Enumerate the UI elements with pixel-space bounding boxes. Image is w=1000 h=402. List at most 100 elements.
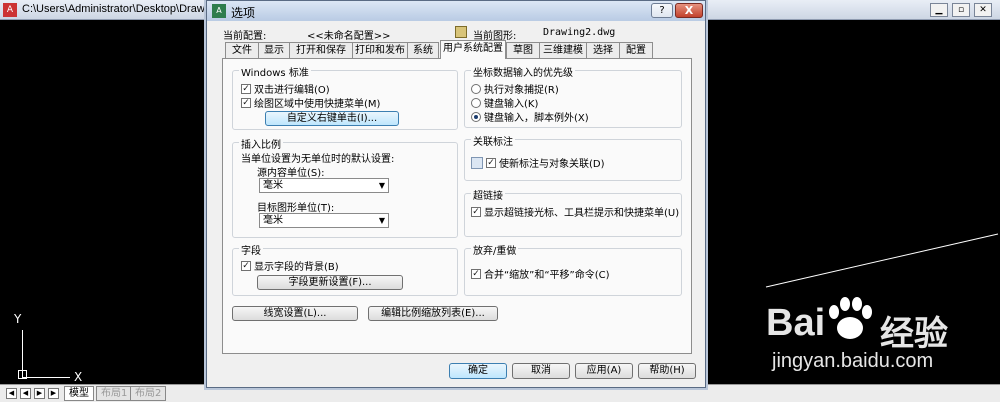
radio-keyboard[interactable]: 键盘输入(K): [471, 95, 538, 110]
combine-zoom-pan-label: 合并“缩放”和“平移”命令(C): [484, 270, 610, 281]
chevron-down-icon: ▼: [378, 216, 385, 225]
windows-standard-title: Windows 标准: [239, 64, 311, 79]
hyperlink-checkbox[interactable]: ✓ 显示超链接光标、工具栏提示和快捷菜单(U): [471, 204, 679, 219]
layout-tab-2[interactable]: 布局2: [130, 386, 167, 401]
lineweight-settings-button[interactable]: 线宽设置(L)...: [232, 306, 358, 321]
ucs-y-label: Y: [14, 312, 22, 326]
associative-dimension-label: 使新标注与对象关联(D): [499, 159, 605, 170]
last-tab-icon[interactable]: ▶: [48, 388, 59, 399]
watermark-url: jingyan.baidu.com: [772, 350, 934, 372]
tab-plot-publish[interactable]: 打印和发布: [352, 42, 408, 58]
paw-icon: [829, 297, 872, 339]
radio-empty-icon[interactable]: [471, 83, 481, 94]
tab-system[interactable]: 系统: [407, 42, 439, 58]
tab-open-save[interactable]: 打开和保存: [289, 42, 353, 58]
options-dialog: A 选项 ? X 当前配置: <<未命名配置>> 当前图形: Drawing2.…: [206, 0, 706, 388]
windows-standard-group: Windows 标准 ✓ 双击进行编辑(O) ✓ 绘图区域中使用快捷菜单(M) 自定…: [232, 64, 458, 130]
checkbox-checked-icon[interactable]: ✓: [471, 268, 481, 279]
insert-scale-title: 插入比例: [239, 136, 283, 151]
associative-dimension-checkbox[interactable]: ✓ 使新标注与对象关联(D): [471, 155, 605, 170]
dimension-icon: [471, 156, 483, 169]
prev-tab-icon[interactable]: ◀: [20, 388, 31, 399]
undo-redo-title: 放弃/重做: [471, 242, 519, 257]
radio-keyboard-except-scripts[interactable]: 键盘输入，脚本例外(X): [471, 109, 589, 124]
watermark-jingyan: 经验: [880, 314, 948, 354]
cancel-button[interactable]: 取消: [512, 363, 570, 379]
layout-tab-model[interactable]: 模型: [64, 386, 94, 401]
restore-icon[interactable]: ▫: [952, 3, 970, 17]
double-click-edit-label: 双击进行编辑(O): [254, 85, 330, 96]
undo-redo-group: 放弃/重做 ✓ 合并“缩放”和“平移”命令(C): [464, 242, 682, 296]
field-update-settings-button[interactable]: 字段更新设置(F)...: [257, 275, 403, 290]
current-profile-label: 当前配置:: [223, 31, 267, 42]
custom-right-click-button[interactable]: 自定义右键单击(I)...: [265, 111, 399, 126]
dialog-title: 选项: [231, 6, 256, 20]
autocad-window-title: C:\Users\Administrator\Desktop\Drawing: [22, 3, 220, 15]
checkbox-checked-icon[interactable]: ✓: [241, 260, 251, 271]
tab-files[interactable]: 文件: [225, 42, 259, 58]
associative-dimension-group: 关联标注 ✓ 使新标注与对象关联(D): [464, 133, 682, 181]
tab-3d-modeling[interactable]: 三维建模: [539, 42, 587, 58]
checkbox-checked-icon[interactable]: ✓: [471, 206, 481, 217]
field-background-checkbox[interactable]: ✓ 显示字段的背景(B): [241, 258, 339, 273]
tab-selection[interactable]: 选择: [586, 42, 620, 58]
help-button[interactable]: 帮助(H): [638, 363, 696, 379]
coordinate-priority-group: 坐标数据输入的优先级 执行对象捕捉(R) 键盘输入(K) 键盘输入，脚本例外(X…: [464, 64, 682, 128]
associative-dimension-title: 关联标注: [471, 133, 515, 148]
combine-zoom-pan-checkbox[interactable]: ✓ 合并“缩放”和“平移”命令(C): [471, 266, 610, 281]
radio-empty-icon[interactable]: [471, 97, 481, 108]
close-icon[interactable]: ✕: [974, 3, 992, 17]
insert-scale-group: 插入比例 当单位设置为无单位时的默认设置: 源内容单位(S): 毫米 ▼ 目标图…: [232, 136, 458, 238]
checkbox-checked-icon[interactable]: ✓: [241, 97, 251, 108]
unitless-default-label: 当单位设置为无单位时的默认设置:: [241, 154, 395, 165]
radio-keyboard-except-scripts-label: 键盘输入，脚本例外(X): [484, 113, 589, 124]
shortcut-menu-label: 绘图区域中使用快捷菜单(M): [254, 99, 381, 110]
target-units-select[interactable]: 毫米 ▼: [259, 213, 389, 228]
watermark-bai: Bai: [766, 302, 826, 344]
tab-display[interactable]: 显示: [258, 42, 290, 58]
target-units-value: 毫米: [263, 215, 283, 226]
source-units-value: 毫米: [263, 180, 283, 191]
current-profile-value: <<未命名配置>>: [307, 31, 391, 42]
autocad-app-icon: A: [3, 3, 17, 17]
radio-selected-icon[interactable]: [471, 111, 481, 122]
field-background-label: 显示字段的背景(B): [254, 262, 339, 273]
first-tab-icon[interactable]: ◀: [6, 388, 17, 399]
apply-button[interactable]: 应用(A): [575, 363, 633, 379]
tab-drafting[interactable]: 草图: [506, 42, 540, 58]
fields-title: 字段: [239, 242, 263, 257]
checkbox-checked-icon[interactable]: ✓: [241, 83, 251, 94]
next-tab-icon[interactable]: ▶: [34, 388, 45, 399]
autocad-dialog-icon: A: [212, 4, 226, 18]
radio-keyboard-label: 键盘输入(K): [484, 99, 539, 110]
ucs-x-axis: [22, 377, 70, 378]
chevron-down-icon: ▼: [378, 181, 385, 190]
screen: A C:\Users\Administrator\Desktop\Drawing…: [0, 0, 1000, 402]
edit-scale-list-button[interactable]: 编辑比例缩放列表(E)...: [368, 306, 498, 321]
ok-button[interactable]: 确定: [449, 363, 507, 379]
drawing-file-icon: [455, 26, 467, 38]
hyperlink-label: 显示超链接光标、工具栏提示和快捷菜单(U): [484, 208, 680, 219]
shortcut-menu-checkbox[interactable]: ✓ 绘图区域中使用快捷菜单(M): [241, 95, 380, 110]
coordinate-priority-title: 坐标数据输入的优先级: [471, 64, 575, 79]
checkbox-checked-icon[interactable]: ✓: [486, 157, 496, 168]
layout-tab-1[interactable]: 布局1: [96, 386, 133, 401]
ucs-origin-box: [18, 370, 27, 379]
fields-group: 字段 ✓ 显示字段的背景(B) 字段更新设置(F)...: [232, 242, 458, 296]
hyperlink-title: 超链接: [471, 187, 505, 202]
current-drawing-value: Drawing2.dwg: [543, 27, 616, 38]
drawing-line: [765, 233, 999, 288]
minimize-icon[interactable]: ▁: [930, 3, 948, 17]
double-click-edit-checkbox[interactable]: ✓ 双击进行编辑(O): [241, 81, 330, 96]
ucs-x-label: X: [74, 370, 83, 384]
dialog-titlebar[interactable]: A 选项 ? X: [207, 1, 705, 21]
radio-osnap[interactable]: 执行对象捕捉(R): [471, 81, 559, 96]
close-icon[interactable]: X: [675, 3, 703, 18]
tab-profiles[interactable]: 配置: [619, 42, 653, 58]
tab-user-preferences[interactable]: 用户系统配置: [440, 40, 506, 59]
help-icon[interactable]: ?: [651, 3, 673, 18]
hyperlink-group: 超链接 ✓ 显示超链接光标、工具栏提示和快捷菜单(U): [464, 187, 682, 237]
user-preferences-panel: Windows 标准 ✓ 双击进行编辑(O) ✓ 绘图区域中使用快捷菜单(M) 自定…: [222, 58, 692, 354]
source-units-select[interactable]: 毫米 ▼: [259, 178, 389, 193]
source-units-label: 源内容单位(S):: [257, 168, 325, 179]
